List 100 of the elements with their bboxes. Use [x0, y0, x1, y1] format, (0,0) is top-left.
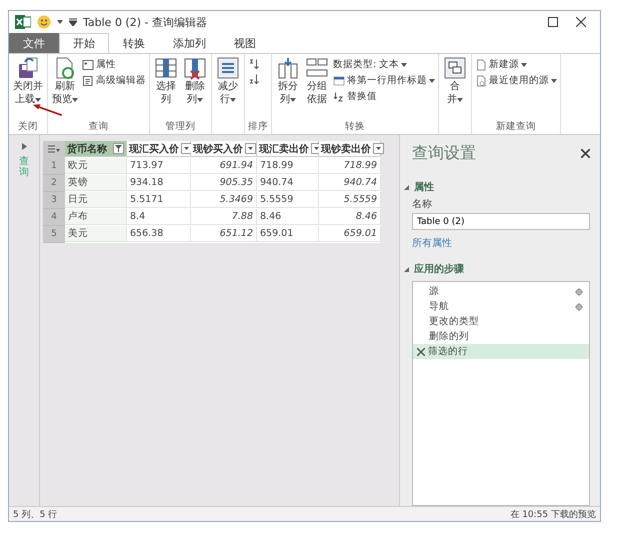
spreadsheet-app-icon	[15, 15, 31, 29]
quick-access-menu-icon[interactable]	[69, 18, 77, 26]
columns-icon	[183, 56, 207, 80]
save-icon	[16, 56, 40, 80]
applied-step[interactable]: 更改的类型	[413, 314, 589, 330]
ribbon-tab[interactable]: 视图	[220, 33, 270, 53]
sort-descending-icon	[248, 73, 260, 85]
ribbon-tab[interactable]: 文件	[9, 33, 59, 53]
document-icon	[475, 58, 487, 70]
table-cell: 8.46	[319, 209, 381, 225]
table-cell: 659.01	[257, 226, 319, 242]
table-cell: 美元	[65, 226, 127, 242]
ribbon-button[interactable]: 刷新 预览	[51, 56, 79, 106]
delete-step-icon[interactable]	[417, 348, 425, 356]
filter-icon[interactable]	[113, 143, 124, 154]
table-menu-icon[interactable]	[43, 141, 65, 158]
column-header[interactable]: 现钞买入价	[191, 141, 257, 157]
table-cell: 5.5171	[127, 192, 191, 208]
combine-icon	[443, 56, 467, 80]
all-properties-link[interactable]: 所有属性	[412, 236, 590, 250]
table-icon	[333, 74, 345, 86]
sort-ascending-icon	[248, 58, 260, 70]
caret-icon	[521, 62, 527, 66]
applied-step[interactable]: 筛选的行	[413, 344, 589, 360]
name-field[interactable]: Table 0 (2)	[412, 213, 590, 230]
table-cell: 934.18	[127, 175, 191, 191]
column-header[interactable]: 货币名称	[65, 141, 127, 157]
dropdown-icon[interactable]	[373, 143, 384, 154]
caret-icon	[551, 78, 557, 82]
caret-icon	[197, 98, 203, 102]
ribbon-button[interactable]: 合 并	[442, 56, 468, 106]
gear-icon[interactable]	[575, 302, 583, 311]
table-cell: 8.4	[127, 209, 191, 225]
table-cell: 651.12	[191, 226, 257, 242]
ribbon-button[interactable]: 关闭并 上载	[12, 56, 44, 106]
table-cell: 713.97	[127, 158, 191, 174]
field-label: 名称	[412, 198, 433, 211]
ribbon-button[interactable]: 属性	[82, 58, 146, 71]
close-icon[interactable]	[581, 149, 590, 158]
expand-icon[interactable]	[22, 143, 26, 150]
table-cell: 5.5559	[319, 192, 381, 208]
table-cell: 691.94	[191, 158, 257, 174]
table-cell: 5.3469	[191, 192, 257, 208]
caret-icon	[429, 78, 435, 82]
editor-icon	[82, 74, 94, 86]
gear-icon[interactable]	[575, 288, 583, 296]
table-cell: 718.99	[319, 158, 381, 174]
columns-icon	[154, 56, 178, 80]
ribbon-tab[interactable]: 开始	[59, 33, 109, 53]
replace-icon	[333, 90, 345, 102]
smiley-icon[interactable]	[37, 15, 51, 29]
document-icon	[475, 74, 487, 86]
applied-step[interactable]: 删除的列	[413, 329, 589, 344]
row-number: 5	[43, 226, 65, 243]
table-cell: 卢布	[65, 209, 127, 225]
ribbon-button[interactable]: 最近使用的源	[475, 74, 557, 87]
group-label: 转换	[345, 120, 365, 134]
status-text: 在 10:55 下载的预览	[510, 508, 596, 520]
ribbon-tab[interactable]: 添加列	[159, 33, 220, 53]
collapse-icon[interactable]	[404, 266, 409, 272]
ribbon-button[interactable]: 减少 行	[215, 56, 241, 106]
ribbon-button[interactable]: 高级编辑器	[82, 74, 146, 87]
row-number: 4	[43, 209, 65, 226]
section-heading: 属性	[414, 180, 434, 194]
maximize-icon[interactable]	[548, 17, 558, 27]
close-icon[interactable]	[576, 17, 586, 27]
ribbon-tab[interactable]: 转换	[109, 33, 159, 53]
ribbon-button[interactable]: 选择 列	[153, 56, 179, 106]
caret-icon	[457, 98, 463, 102]
ribbon-button[interactable]: 拆分 列	[275, 56, 301, 106]
collapse-icon[interactable]	[404, 184, 409, 190]
split-column-icon	[276, 56, 300, 80]
dropdown-icon[interactable]	[181, 143, 192, 154]
applied-step[interactable]: 源	[413, 284, 589, 300]
ribbon-button[interactable]: 新建源	[475, 58, 557, 71]
status-text: 5 列、5 行	[13, 508, 58, 520]
column-header[interactable]: 现汇卖出价	[257, 141, 319, 157]
table-cell: 940.74	[257, 175, 319, 191]
group-label: 新建查询	[496, 120, 536, 134]
table-cell: 718.99	[257, 158, 319, 174]
dropdown-icon[interactable]	[245, 143, 256, 154]
table-cell: 905.35	[191, 175, 257, 191]
ribbon-button[interactable]: 分组 依据	[304, 56, 330, 106]
ribbon-button[interactable]: 删除 列	[182, 56, 208, 106]
ribbon-button[interactable]: 替换值	[333, 90, 435, 103]
column-header[interactable]: 现钞卖出价	[319, 141, 381, 157]
row-number: 1	[43, 158, 65, 175]
column-header[interactable]: 现汇买入价	[127, 141, 191, 157]
table-cell: 欧元	[65, 158, 127, 174]
group-label: 管理列	[166, 120, 196, 134]
applied-step[interactable]: 导航	[413, 299, 589, 314]
row-number: 2	[43, 175, 65, 192]
ribbon-button[interactable]: 数据类型: 文本	[333, 58, 435, 71]
ribbon-button[interactable]: 将第一行用作标题	[333, 74, 435, 87]
caret-icon	[401, 62, 408, 66]
rows-icon	[216, 56, 240, 80]
table-cell: 940.74	[319, 175, 381, 191]
section-heading: 应用的步骤	[414, 262, 464, 276]
caret-icon	[57, 20, 63, 24]
table-cell: 英镑	[65, 175, 127, 191]
